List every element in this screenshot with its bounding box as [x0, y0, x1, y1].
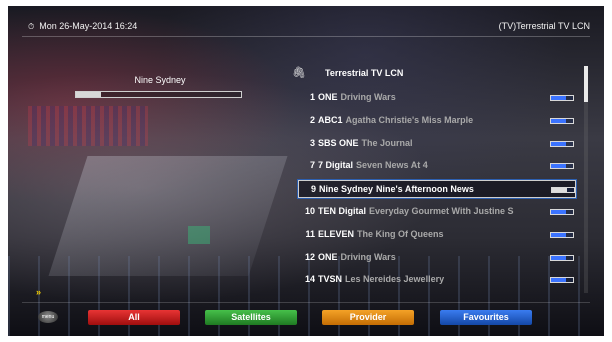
signal-icon	[550, 95, 574, 101]
programme-title: Seven News At 4	[356, 160, 428, 170]
tv-screen: ⏱ Mon 26-May-2014 16:24 (TV)Terrestrial T…	[8, 6, 604, 336]
channel-row[interactable]: 77 Digital Seven News At 4	[298, 157, 574, 173]
signal-icon	[550, 255, 574, 261]
channel-number: 3	[309, 138, 315, 148]
channel-row[interactable]: 3 SBS ONE The Journal	[298, 135, 574, 151]
channel-number: 9	[310, 184, 316, 194]
programme-title: Everyday Gourmet With Justine S	[369, 206, 514, 216]
channel-name: ELEVEN	[318, 229, 355, 239]
signal-icon	[550, 232, 574, 238]
signal-strength-bar	[75, 91, 242, 98]
channel-row[interactable]: 1 ONE Driving Wars	[298, 89, 574, 105]
programme-title: Nine's Afternoon News	[376, 184, 474, 194]
signal-strength-fill	[76, 92, 101, 97]
channel-name: ABC1	[318, 115, 343, 125]
channel-row[interactable]: 9 Nine Sydney Nine's Afternoon News	[298, 180, 576, 198]
signal-icon-fill	[552, 188, 568, 192]
background-art	[28, 106, 148, 146]
signal-icon-fill	[551, 210, 567, 214]
signal-icon	[550, 209, 574, 215]
scrollbar[interactable]	[584, 66, 588, 293]
channel-number: 1	[309, 92, 315, 102]
signal-icon-fill	[551, 164, 567, 168]
current-channel-name: Nine Sydney	[134, 75, 186, 85]
channel-name: SBS ONE	[318, 138, 359, 148]
channel-number: 11	[305, 229, 315, 239]
satellites-button[interactable]: Satellites	[205, 310, 297, 325]
channel-name: ONE	[318, 252, 338, 262]
scroll-thumb[interactable]	[584, 66, 588, 102]
service-mode: (TV)Terrestrial TV LCN	[498, 21, 590, 31]
date-time: ⏱ Mon 26-May-2014 16:24	[28, 21, 137, 32]
all-button[interactable]: All	[88, 310, 180, 325]
channel-list-title: Terrestrial TV LCN	[325, 68, 404, 78]
signal-icon-fill	[551, 96, 567, 100]
programme-title: Driving Wars	[340, 252, 396, 262]
programme-title: Agatha Christie's Miss Marple	[345, 115, 474, 125]
favourites-button[interactable]: Favourites	[440, 310, 532, 325]
more-chevrons-icon: »	[36, 287, 42, 297]
channel-number: 10	[304, 206, 315, 216]
channel-name: TEN Digital	[318, 206, 367, 216]
clock-icon: ⏱	[28, 22, 35, 31]
programme-title: The Journal	[361, 138, 413, 148]
channel-row[interactable]: 14 TVSN Les Nereides Jewellery	[298, 271, 574, 287]
signal-icon-fill	[551, 119, 567, 123]
channel-number: 14	[304, 274, 315, 284]
programme-title: Driving Wars	[340, 92, 396, 102]
signal-icon-fill	[551, 233, 567, 237]
signal-icon-fill	[551, 256, 567, 260]
channel-number: 12	[304, 252, 315, 262]
menu-icon[interactable]: menu	[38, 311, 58, 323]
channel-number: 2	[309, 115, 315, 125]
signal-icon	[550, 277, 574, 283]
divider	[22, 302, 590, 303]
channel-name: 7 Digital	[318, 160, 354, 170]
date-time-text: Mon 26-May-2014 16:24	[39, 21, 138, 31]
channel-number: 7	[309, 160, 315, 170]
programme-title: Les Nereides Jewellery	[345, 274, 445, 284]
paperclip-icon: 🖇	[292, 67, 306, 79]
divider	[22, 36, 590, 37]
channel-row[interactable]: 10 TEN Digital Everyday Gourmet With Justi…	[298, 203, 574, 219]
signal-icon	[551, 187, 575, 193]
provider-button[interactable]: Provider	[322, 310, 414, 325]
signal-icon-fill	[551, 278, 567, 282]
channel-name: TVSN	[318, 274, 343, 284]
programme-title: The King Of Queens	[357, 229, 444, 239]
channel-row[interactable]: 11 ELEVEN The King Of Queens	[298, 226, 574, 242]
signal-icon-fill	[551, 142, 567, 146]
background-art	[188, 226, 210, 244]
channel-row[interactable]: 12 ONE Driving Wars	[298, 249, 574, 265]
channel-name: ONE	[318, 92, 338, 102]
channel-name: Nine Sydney	[319, 184, 374, 194]
signal-icon	[550, 118, 574, 124]
signal-icon	[550, 163, 574, 169]
channel-row[interactable]: 2 ABC1 Agatha Christie's Miss Marple	[298, 112, 574, 128]
signal-icon	[550, 141, 574, 147]
